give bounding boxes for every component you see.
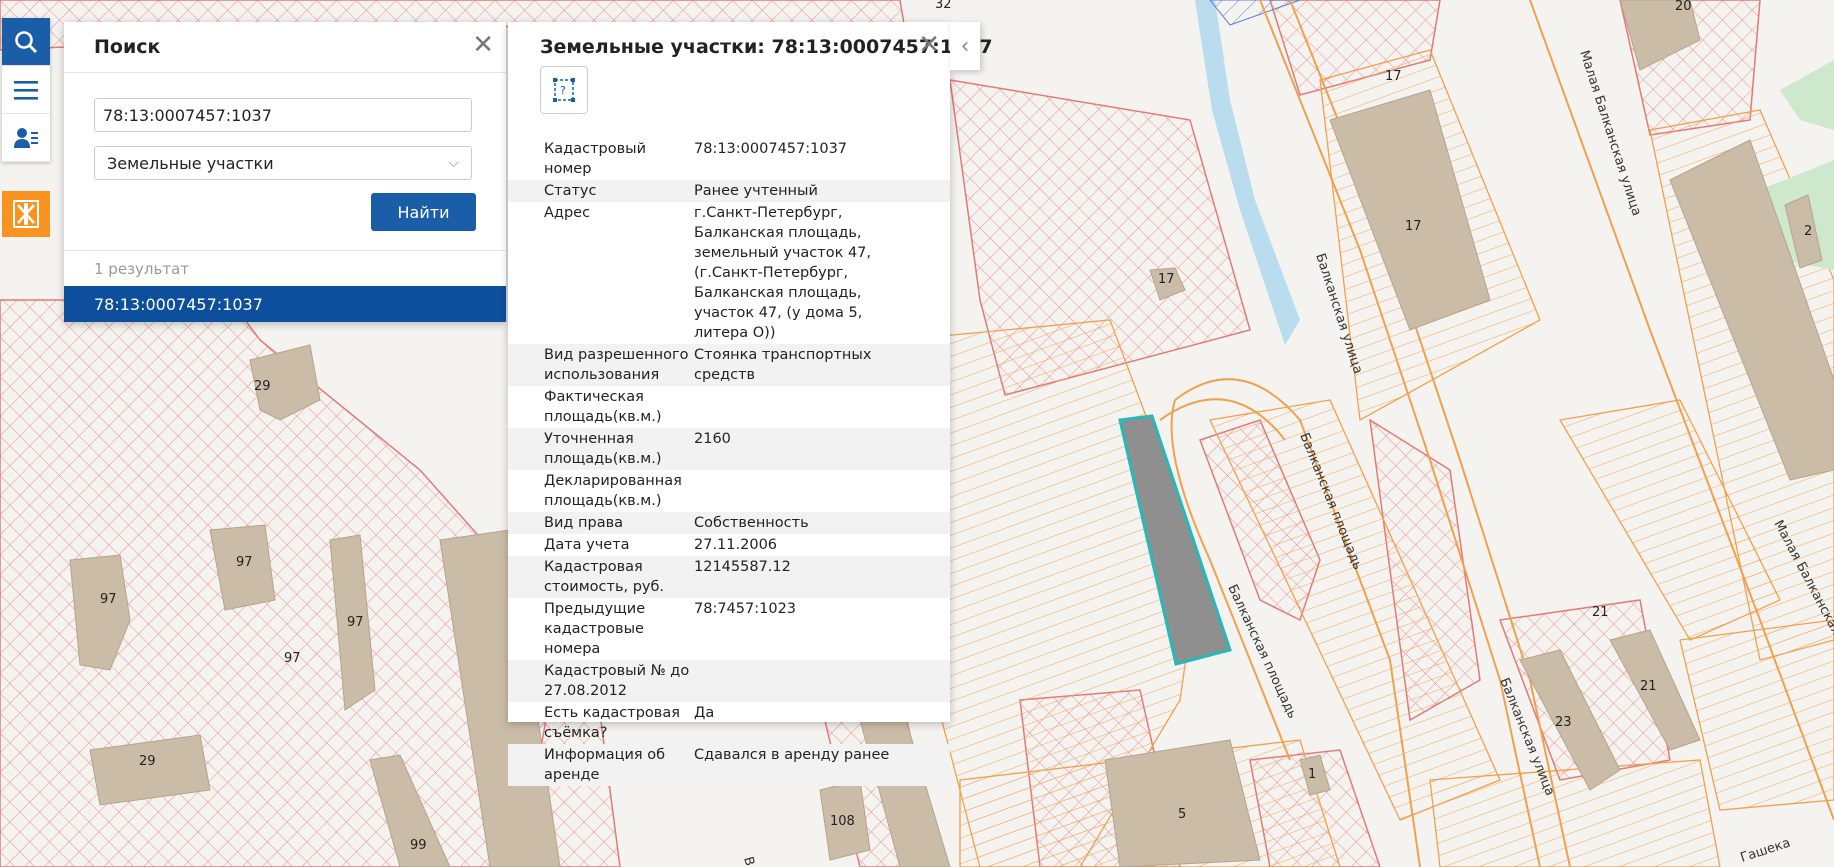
- attribute-key: Статус: [544, 183, 597, 199]
- chevron-down-icon: ⌵: [448, 155, 459, 171]
- attribute-key: Вид права: [544, 515, 624, 531]
- attribute-row: Дата учета 27.11.2006: [508, 534, 950, 556]
- search-panel-title: Поиск: [94, 36, 161, 58]
- close-icon[interactable]: ✕: [472, 32, 494, 58]
- search-button[interactable]: [2, 18, 50, 66]
- building-number: 29: [139, 754, 156, 769]
- attribute-key: Декларированная площадь(кв.м.): [544, 473, 682, 509]
- attribute-row: Кадастровая стоимость, руб. 12145587.12: [508, 556, 950, 598]
- identify-area-icon: ?: [553, 78, 575, 102]
- search-panel: Поиск ✕ Земельные участки ⌵ Найти 1 резу…: [64, 22, 506, 322]
- building-number: 108: [830, 814, 855, 829]
- building-number: 21: [1592, 605, 1609, 620]
- attribute-value: Стоянка транспортных средств: [694, 347, 872, 383]
- attribute-row: Кадастровый № до 27.08.2012: [508, 660, 950, 702]
- menu-button[interactable]: [2, 66, 50, 114]
- building-number: 2: [1804, 224, 1812, 239]
- building-number: 97: [347, 615, 364, 630]
- building-number: 97: [284, 651, 301, 666]
- building-number: 1: [1308, 767, 1316, 782]
- building-number: 5: [1178, 807, 1186, 822]
- attribute-row: Уточненная площадь(кв.м.) 2160: [508, 428, 950, 470]
- user-list-icon: [14, 127, 38, 148]
- result-count: 1 результат: [94, 260, 190, 278]
- attribute-row: Декларированная площадь(кв.м.): [508, 470, 950, 512]
- spb-emblem-icon: [13, 200, 39, 228]
- collapse-panel-button[interactable]: ‹: [950, 22, 980, 70]
- attribute-key: Фактическая площадь(кв.м.): [544, 389, 662, 425]
- attribute-value: Да: [694, 705, 715, 721]
- attribute-value: 12145587.12: [694, 559, 791, 575]
- find-button[interactable]: Найти: [371, 193, 476, 231]
- attribute-value: г.Санкт-Петербург, Балканская площадь, з…: [694, 205, 872, 341]
- attribute-value: 2160: [694, 431, 731, 447]
- attribute-row: Фактическая площадь(кв.м.): [508, 386, 950, 428]
- spb-emblem-logo[interactable]: [2, 191, 50, 237]
- layer-select-value: Земельные участки: [107, 153, 274, 173]
- building-number: 17: [1158, 272, 1175, 287]
- building-number: 17: [1385, 69, 1402, 84]
- attribute-value: Ранее учтенный: [694, 183, 818, 199]
- menu-icon: [14, 80, 38, 100]
- attribute-table: Кадастровый номер 78:13:0007457:1037 Стату…: [508, 138, 950, 786]
- attribute-value: [694, 661, 914, 701]
- attribute-row: Адрес г.Санкт-Петербург, Балканская площа…: [508, 202, 950, 344]
- attribute-value: 78:7457:1023: [694, 601, 797, 617]
- attribute-key: Кадастровый номер: [544, 141, 647, 177]
- attribute-key: Предыдущие кадастровые номера: [544, 601, 646, 657]
- close-icon[interactable]: ✕: [918, 32, 940, 58]
- building-number: 20: [1675, 0, 1692, 14]
- user-list-button[interactable]: [2, 114, 50, 162]
- attribute-key: Уточненная площадь(кв.м.): [544, 431, 662, 467]
- attribute-value: Сдавался в аренду ранее: [694, 747, 890, 763]
- attribute-key: Информация об аренде: [544, 747, 666, 783]
- attribute-row: Статус Ранее учтенный: [508, 180, 950, 202]
- attribute-value: 27.11.2006: [694, 537, 778, 553]
- attribute-key: Кадастровый № до 27.08.2012: [544, 663, 690, 699]
- search-input[interactable]: [94, 98, 472, 132]
- divider: [64, 250, 506, 251]
- attribute-key: Кадастровая стоимость, руб.: [544, 559, 665, 595]
- attribute-row: Вид разрешенного использования Стоянка тр…: [508, 344, 950, 386]
- attribute-value: [694, 387, 914, 427]
- attribute-value: Собственность: [694, 515, 809, 531]
- attribute-key: Есть кадастровая съёмка?: [544, 705, 680, 741]
- divider: [64, 72, 506, 73]
- layer-select[interactable]: Земельные участки ⌵: [94, 146, 472, 180]
- attribute-row: Кадастровый номер 78:13:0007457:1037: [508, 138, 950, 180]
- attribute-value: [694, 471, 914, 511]
- building-number: 32: [935, 0, 952, 12]
- attribute-key: Дата учета: [544, 537, 630, 553]
- result-item[interactable]: 78:13:0007457:1037: [64, 286, 506, 322]
- building-number: 23: [1555, 715, 1572, 730]
- building-number: 97: [236, 555, 253, 570]
- attribute-key: Вид разрешенного использования: [544, 347, 689, 383]
- attribute-key: Адрес: [544, 205, 591, 221]
- parcel-info-panel: Земельные участки: 78:13:0007457:1037 ✕ …: [508, 22, 993, 786]
- building-number: 17: [1405, 219, 1422, 234]
- building-number: 97: [100, 592, 117, 607]
- attribute-row: Предыдущие кадастровые номера 78:7457:102…: [508, 598, 950, 660]
- search-icon: [15, 30, 38, 53]
- building-number: 21: [1640, 679, 1657, 694]
- identify-tool-button[interactable]: ?: [540, 66, 588, 114]
- attribute-row: Вид права Собственность: [508, 512, 950, 534]
- attribute-row: Информация об аренде Сдавался в аренду ра…: [508, 744, 950, 786]
- attribute-row: Есть кадастровая съёмка? Да: [508, 702, 950, 744]
- svg-text:?: ?: [560, 84, 566, 97]
- chevron-left-icon: ‹: [960, 33, 970, 59]
- attribute-value: 78:13:0007457:1037: [694, 141, 848, 157]
- building-number: 29: [254, 379, 271, 394]
- left-toolbar: [2, 18, 50, 162]
- building-number: 99: [410, 838, 427, 853]
